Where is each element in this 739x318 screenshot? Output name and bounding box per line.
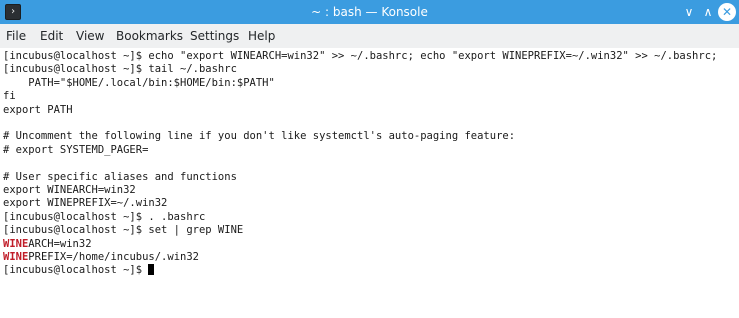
terminal-line: [incubus@localhost ~]$ . .bashrc xyxy=(3,210,206,223)
terminal-line: export WINEPREFIX=~/.win32 xyxy=(3,197,168,210)
menu-bookmarks[interactable]: Bookmarks xyxy=(116,24,183,48)
minimize-button[interactable]: ∨ xyxy=(680,3,698,21)
terminal-output[interactable]: [incubus@localhost ~]$ echo "export WINE… xyxy=(0,48,739,318)
konsole-window: › ~ : bash — Konsole ∨ ∧ ✕ File Edit Vie… xyxy=(0,0,739,318)
grep-rest: PREFIX=/home/incubus/.win32 xyxy=(28,251,199,263)
terminal-line: fi xyxy=(3,90,16,103)
terminal-line: PATH="$HOME/.local/bin:$HOME/bin:$PATH" xyxy=(3,76,275,89)
grep-match: WINE xyxy=(3,251,29,263)
grep-rest: ARCH=win32 xyxy=(28,237,92,250)
menu-file[interactable]: File xyxy=(6,24,26,48)
prompt-line[interactable]: [incubus@localhost ~]$ xyxy=(3,264,155,277)
text-cursor xyxy=(148,264,155,276)
menu-help[interactable]: Help xyxy=(248,24,275,48)
terminal-line: [incubus@localhost ~]$ set | grep WINE xyxy=(3,224,244,237)
terminal-line: # export SYSTEMD_PAGER= xyxy=(3,143,149,156)
menu-view[interactable]: View xyxy=(76,24,104,48)
title-bar[interactable]: › ~ : bash — Konsole ∨ ∧ ✕ xyxy=(0,0,739,24)
close-button[interactable]: ✕ xyxy=(718,3,736,21)
window-title: ~ : bash — Konsole xyxy=(311,5,428,19)
menu-bar: File Edit View Bookmarks Settings Help xyxy=(0,24,739,48)
maximize-button[interactable]: ∧ xyxy=(699,3,717,21)
menu-settings[interactable]: Settings xyxy=(190,24,239,48)
terminal-line: export WINEARCH=win32 xyxy=(3,184,136,196)
terminal-line: # Uncomment the following line if you do… xyxy=(3,130,516,143)
menu-edit[interactable]: Edit xyxy=(40,24,63,48)
terminal-line: # User specific aliases and functions xyxy=(3,170,237,183)
grep-result-line: WINEPREFIX=/home/incubus/.win32 xyxy=(3,251,199,264)
grep-match: WINE xyxy=(3,237,29,250)
terminal-line: export PATH xyxy=(3,103,73,116)
terminal-line: [incubus@localhost ~]$ echo "export WINE… xyxy=(3,50,718,62)
grep-result-line: WINEARCH=win32 xyxy=(3,238,92,251)
terminal-line: [incubus@localhost ~]$ tail ~/.bashrc xyxy=(3,63,237,76)
prompt: [incubus@localhost ~]$ xyxy=(3,264,149,277)
